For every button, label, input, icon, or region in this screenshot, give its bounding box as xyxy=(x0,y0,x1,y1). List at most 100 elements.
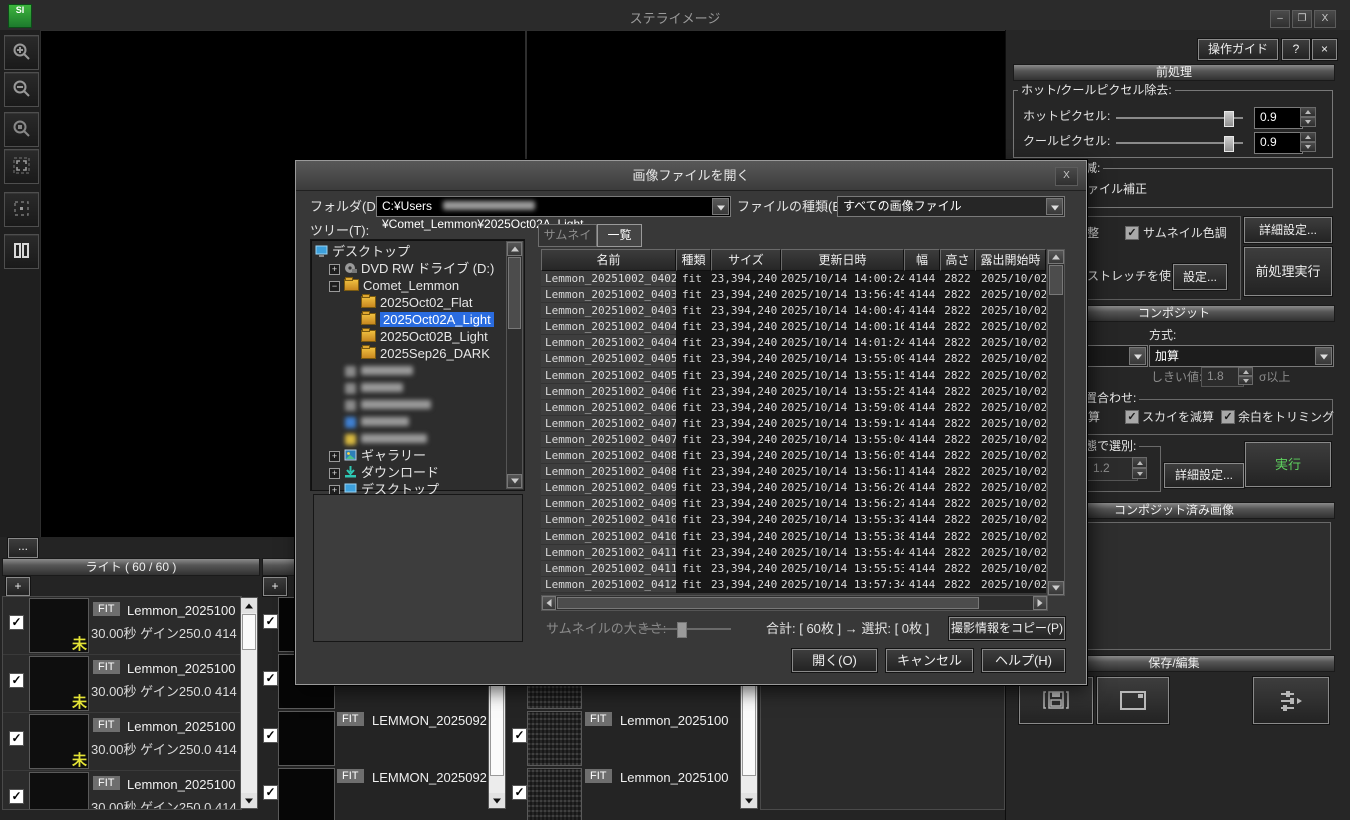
dual-pane-button[interactable] xyxy=(4,234,39,269)
tree-item-gallery[interactable]: +ギャラリー xyxy=(315,447,522,464)
tree-item-redacted[interactable] xyxy=(315,362,522,379)
chevron-down-icon[interactable] xyxy=(1046,198,1063,215)
folder-path-combo[interactable]: C:¥Users ¥Comet_Lemmon¥2025Oct02A_Light xyxy=(376,196,731,217)
tree-item-subfolder[interactable]: 2025Sep26_DARK xyxy=(315,345,522,362)
frame-checkbox[interactable]: ✓ xyxy=(263,671,278,686)
scroll-right-icon[interactable] xyxy=(1033,596,1047,610)
file-table-vscrollbar[interactable] xyxy=(1047,249,1065,596)
fit-window-button[interactable] xyxy=(4,149,39,184)
file-row[interactable]: Lemmon_20251002_0409… fit 23,394,240 202… xyxy=(541,496,1046,512)
tree-scrollbar[interactable] xyxy=(506,241,523,489)
adjust-settings-button[interactable] xyxy=(1253,677,1329,724)
light-add-button[interactable]: + xyxy=(6,577,30,596)
file-row[interactable]: Lemmon_20251002_0406… fit 23,394,240 202… xyxy=(541,384,1046,400)
col-size[interactable]: サイズ xyxy=(711,249,781,271)
chevron-down-icon[interactable] xyxy=(1315,347,1332,365)
file-row[interactable]: Lemmon_20251002_0411… fit 23,394,240 202… xyxy=(541,545,1046,561)
scroll-down-icon[interactable] xyxy=(741,793,757,808)
tree-item-comet-lemmon[interactable]: −Comet_Lemmon xyxy=(315,277,522,294)
dark-frame-row[interactable]: FIT LEMMON_2025092 xyxy=(334,767,488,820)
frame-checkbox[interactable]: ✓ xyxy=(263,728,278,743)
tab-thumbnail[interactable]: サムネイル xyxy=(538,224,597,247)
minimize-button[interactable]: – xyxy=(1270,10,1290,28)
file-row[interactable]: Lemmon_20251002_0404… fit 23,394,240 202… xyxy=(541,319,1046,335)
operation-guide-button[interactable]: 操作ガイド xyxy=(1198,39,1278,60)
expand-icon[interactable]: + xyxy=(329,451,340,462)
frame-checkbox[interactable]: ✓ xyxy=(263,785,278,800)
file-row[interactable]: Lemmon_20251002_0402… fit 23,394,240 202… xyxy=(541,271,1046,287)
file-row[interactable]: Lemmon_20251002_0408… fit 23,394,240 202… xyxy=(541,448,1046,464)
thumbnail-tone-checkbox[interactable]: ✓ xyxy=(1125,226,1139,240)
tree-item-desktop[interactable]: デスクトップ xyxy=(315,243,522,260)
scroll-down-icon[interactable] xyxy=(241,793,257,808)
preprocess-run-button[interactable]: 前処理実行 xyxy=(1244,247,1332,296)
col-name[interactable]: 名前 xyxy=(541,249,676,271)
light-frame-row[interactable]: ✓ 未 FIT Lemmon_2025100 30.00秒 ゲイン250.0 4… xyxy=(3,655,241,713)
hot-pixel-value[interactable]: 0.9 xyxy=(1254,107,1303,129)
file-row[interactable]: Lemmon_20251002_0405… fit 23,394,240 202… xyxy=(541,368,1046,384)
light-frame-row[interactable]: ✓ 未 FIT Lemmon_2025100 30.00秒 ゲイン250.0 4… xyxy=(3,713,241,771)
scroll-left-icon[interactable] xyxy=(542,596,556,610)
col-type[interactable]: 種類 xyxy=(676,249,711,271)
col-height[interactable]: 高さ xyxy=(940,249,975,271)
file-row[interactable]: Lemmon_20251002_0408… fit 23,394,240 202… xyxy=(541,464,1046,480)
zoom-out-button[interactable] xyxy=(4,72,39,107)
new-window-button[interactable] xyxy=(1097,677,1169,724)
collapse-icon[interactable]: − xyxy=(329,281,340,292)
panel-help-button[interactable]: ? xyxy=(1282,39,1310,60)
file-row[interactable]: Lemmon_20251002_0409… fit 23,394,240 202… xyxy=(541,480,1046,496)
scroll-up-icon[interactable] xyxy=(1048,250,1064,264)
frame-checkbox[interactable]: ✓ xyxy=(9,673,24,688)
frame-checkbox[interactable]: ✓ xyxy=(9,615,24,630)
expand-icon[interactable]: + xyxy=(329,468,340,479)
help-button[interactable]: ヘルプ(H) xyxy=(982,649,1065,672)
open-button[interactable]: 開く(O) xyxy=(792,649,877,672)
file-row[interactable]: Lemmon_20251002_0407… fit 23,394,240 202… xyxy=(541,416,1046,432)
flat-frame-row[interactable]: FIT Lemmon_2025100 xyxy=(580,767,740,820)
preprocess-details-button[interactable]: 詳細設定... xyxy=(1244,217,1332,243)
tab-list[interactable]: 一覧 xyxy=(597,224,642,247)
scroll-down-icon[interactable] xyxy=(507,474,522,488)
flat-frame-row[interactable]: FIT Lemmon_2025100 xyxy=(580,710,740,767)
file-row[interactable]: Lemmon_20251002_0403… fit 23,394,240 202… xyxy=(541,287,1046,303)
stretch-settings-button[interactable]: 設定... xyxy=(1173,264,1227,290)
tree-item-subfolder-selected[interactable]: 2025Oct02A_Light xyxy=(315,311,522,328)
file-row[interactable]: Lemmon_20251002_0403… fit 23,394,240 202… xyxy=(541,303,1046,319)
dialog-close-button[interactable]: X xyxy=(1055,167,1078,186)
scroll-down-icon[interactable] xyxy=(489,793,505,808)
panel-close-button[interactable]: × xyxy=(1312,39,1337,60)
light-frame-row[interactable]: ✓ 未 FIT Lemmon_2025100 30.00秒 ゲイン250.0 4… xyxy=(3,597,241,655)
tree-item-redacted[interactable] xyxy=(315,379,522,396)
zoom-actual-button[interactable] xyxy=(4,112,39,147)
file-row[interactable]: Lemmon_20251002_0405… fit 23,394,240 202… xyxy=(541,351,1046,367)
copy-capture-info-button[interactable]: 撮影情報をコピー(P) xyxy=(949,617,1065,640)
frame-checkbox[interactable]: ✓ xyxy=(512,785,527,800)
cool-pixel-slider[interactable] xyxy=(1116,142,1243,144)
frame-thumbnail[interactable]: 未 xyxy=(29,598,89,653)
file-table-hscrollbar[interactable] xyxy=(541,595,1048,611)
hot-pixel-spinner[interactable] xyxy=(1300,107,1316,127)
dark-frame-row[interactable]: FIT LEMMON_2025092 xyxy=(334,710,488,767)
expand-icon[interactable]: + xyxy=(329,264,340,275)
scroll-up-icon[interactable] xyxy=(241,598,257,613)
center-view-button[interactable] xyxy=(4,192,39,227)
zoom-in-button[interactable] xyxy=(4,35,39,70)
frame-thumbnail[interactable]: 未 xyxy=(29,714,89,769)
tree-item-subfolder[interactable]: 2025Oct02B_Light xyxy=(315,328,522,345)
composite-details-button[interactable]: 詳細設定... xyxy=(1164,463,1244,488)
frame-thumbnail[interactable]: 未 xyxy=(29,656,89,711)
tree-item-redacted[interactable] xyxy=(315,430,522,447)
light-list-scrollbar[interactable] xyxy=(240,597,258,809)
file-row[interactable]: Lemmon_20251002_0406… fit 23,394,240 202… xyxy=(541,400,1046,416)
tree-item-redacted[interactable] xyxy=(315,396,522,413)
scroll-up-icon[interactable] xyxy=(507,242,522,256)
composite-run-button[interactable]: 実行 xyxy=(1245,442,1331,487)
file-row[interactable]: Lemmon_20251002_0407… fit 23,394,240 202… xyxy=(541,432,1046,448)
col-width[interactable]: 幅 xyxy=(904,249,940,271)
chevron-down-icon[interactable] xyxy=(712,198,729,215)
tree-item-dvd-drive[interactable]: +DVD RW ドライブ (D:) xyxy=(315,260,522,277)
col-exposure[interactable]: 露出開始時 xyxy=(975,249,1046,271)
hot-pixel-slider[interactable] xyxy=(1116,117,1243,119)
frame-checkbox[interactable]: ✓ xyxy=(9,731,24,746)
sky-subtract-checkbox[interactable]: ✓ xyxy=(1125,410,1139,424)
